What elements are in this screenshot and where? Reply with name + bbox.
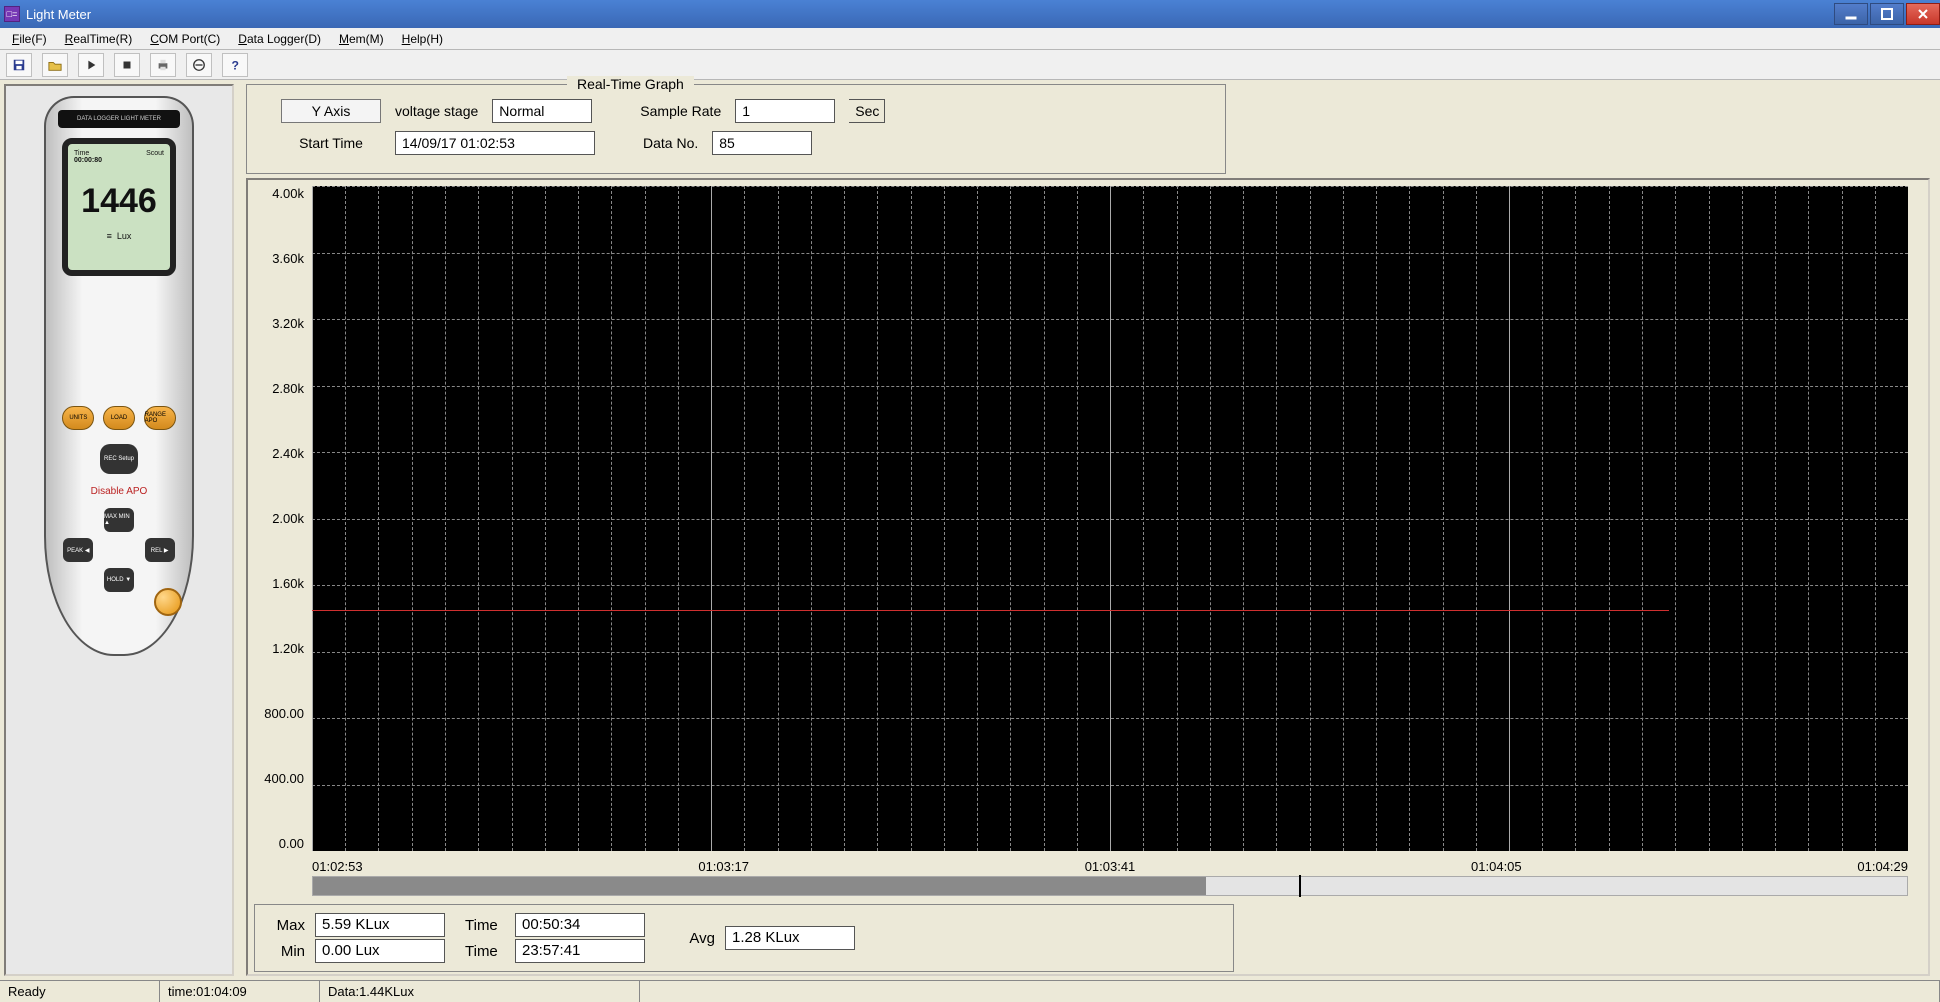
menu-bar: File(F) RealTime(R) COM Port(C) Data Log… (0, 28, 1940, 50)
scrollbar-thumb[interactable] (313, 877, 1206, 895)
starttime-field[interactable]: 14/09/17 01:02:53 (395, 131, 595, 155)
device-hold-button[interactable]: HOLD ▼ (104, 568, 134, 592)
status-bar: Ready time:01:04:09 Data:1.44KLux (0, 980, 1940, 1002)
right-pane: Real-Time Graph Y Axis voltage stage Nor… (240, 84, 1936, 976)
samplerate-field[interactable]: 1 (735, 99, 835, 123)
stats-box: Max 5.59 KLux Time 00:50:34 Min 0.00 Lux… (254, 904, 1234, 972)
menu-mem[interactable]: Mem(M) (333, 30, 390, 48)
menu-file[interactable]: File(F) (6, 30, 53, 48)
device-label: DATA LOGGER LIGHT METER (58, 110, 180, 128)
min-value: 0.00 Lux (315, 939, 445, 963)
print-button[interactable] (150, 53, 176, 77)
device-load-button[interactable]: LOAD (103, 406, 135, 430)
maximize-button[interactable] (1870, 3, 1904, 25)
device-peak-button[interactable]: PEAK ◀ (63, 538, 93, 562)
chart-y-ticks: 4.00k3.60k3.20k2.80k2.40k2.00k1.60k1.20k… (252, 186, 312, 851)
device-rel-button[interactable]: REL ▶ (145, 538, 175, 562)
voltage-label: voltage stage (395, 103, 478, 119)
chart-scrollbar[interactable] (312, 876, 1908, 896)
main-area: DATA LOGGER LIGHT METER Time00:00:80 Sco… (0, 80, 1940, 980)
device-illustration: DATA LOGGER LIGHT METER Time00:00:80 Sco… (34, 96, 204, 656)
device-screen: Time00:00:80 Scout 1446 ≡ Lux (62, 138, 176, 276)
realtime-groupbox: Real-Time Graph Y Axis voltage stage Nor… (246, 84, 1226, 174)
window-titlebar: □= Light Meter (0, 0, 1940, 28)
max-time-label: Time (465, 917, 505, 934)
device-power-button[interactable] (154, 588, 182, 616)
window-buttons (1832, 3, 1940, 25)
device-units-button[interactable]: UNITS (62, 406, 94, 430)
chart-x-ticks: 01:02:5301:03:1701:03:4101:04:0501:04:29 (248, 855, 1928, 876)
datano-field[interactable]: 85 (712, 131, 812, 155)
open-button[interactable] (42, 53, 68, 77)
stop-button[interactable] (114, 53, 140, 77)
status-ready: Ready (0, 981, 160, 1002)
chart-container: 4.00k3.60k3.20k2.80k2.40k2.00k1.60k1.20k… (246, 178, 1930, 976)
min-time-value: 23:57:41 (515, 939, 645, 963)
close-button[interactable] (1906, 3, 1940, 25)
window-title: Light Meter (26, 7, 91, 22)
avg-label: Avg (675, 930, 715, 947)
samplerate-unit: Sec (849, 99, 885, 123)
save-button[interactable] (6, 53, 32, 77)
device-panel: DATA LOGGER LIGHT METER Time00:00:80 Sco… (4, 84, 234, 976)
app-icon: □= (4, 6, 20, 22)
voltage-field[interactable]: Normal (492, 99, 592, 123)
max-label: Max (265, 917, 305, 934)
device-disable-apo: Disable APO (34, 486, 204, 497)
menu-comport[interactable]: COM Port(C) (144, 30, 226, 48)
menu-datalogger[interactable]: Data Logger(D) (232, 30, 327, 48)
max-value: 5.59 KLux (315, 913, 445, 937)
zoomout-button[interactable] (186, 53, 212, 77)
toolbar: ? (0, 50, 1940, 80)
groupbox-legend: Real-Time Graph (567, 76, 694, 92)
minimize-button[interactable] (1834, 3, 1868, 25)
play-button[interactable] (78, 53, 104, 77)
menu-help[interactable]: Help(H) (396, 30, 449, 48)
datano-label: Data No. (643, 135, 698, 151)
samplerate-label: Sample Rate (640, 103, 721, 119)
min-label: Min (265, 943, 305, 960)
menu-realtime[interactable]: RealTime(R) (59, 30, 139, 48)
yaxis-button[interactable]: Y Axis (281, 99, 381, 123)
device-rec-button[interactable]: REC Setup (100, 444, 138, 474)
starttime-label: Start Time (281, 135, 381, 151)
help-button[interactable]: ? (222, 53, 248, 77)
avg-value: 1.28 KLux (725, 926, 855, 950)
min-time-label: Time (465, 943, 505, 960)
max-time-value: 00:50:34 (515, 913, 645, 937)
device-maxmin-button[interactable]: MAX MIN ▲ (104, 508, 134, 532)
chart-plot[interactable] (312, 186, 1908, 851)
svg-text:?: ? (232, 58, 239, 72)
device-reading: 1446 (74, 182, 164, 221)
status-time: time:01:04:09 (160, 981, 320, 1002)
status-data: Data:1.44KLux (320, 981, 640, 1002)
device-range-button[interactable]: RANGE APO (144, 406, 176, 430)
